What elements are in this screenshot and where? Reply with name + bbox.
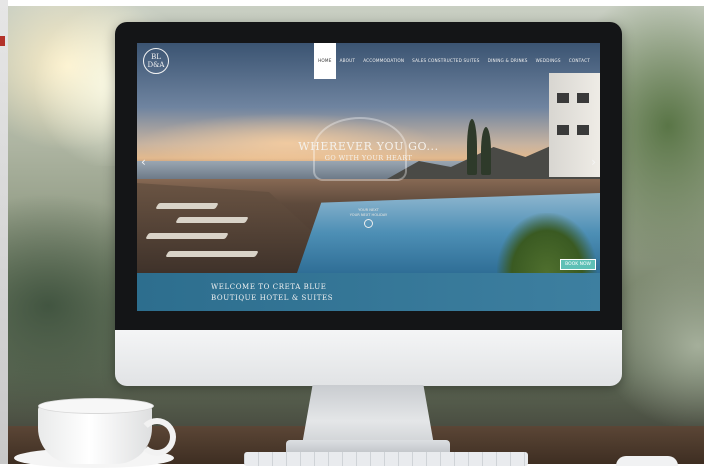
book-now-button[interactable]: BOOK NOW bbox=[560, 259, 596, 270]
coffee-cup-handle bbox=[138, 418, 176, 456]
welcome-banner: WELCOME TO CRETA BLUE BOUTIQUE HOTEL & S… bbox=[137, 273, 600, 311]
slider-next-arrow-icon[interactable]: › bbox=[591, 155, 596, 169]
slider-prev-arrow-icon[interactable]: ‹ bbox=[141, 155, 146, 169]
hero-caption-line2: YOUR NEXT HOLIDAY bbox=[349, 213, 388, 217]
welcome-title-line1: WELCOME TO CRETA BLUE bbox=[211, 283, 327, 291]
hero-headline: WHEREVER YOU GO... bbox=[298, 140, 439, 153]
logo-text-bottom: D&A bbox=[147, 61, 165, 69]
nav-accommodation[interactable]: ACCOMMODATION bbox=[359, 43, 408, 79]
nav-weddings[interactable]: WEDDINGS bbox=[532, 43, 565, 79]
red-marker bbox=[0, 36, 5, 46]
hotel-website: BL D&A HOME ABOUT ACCOMMODATION SALES CO… bbox=[137, 43, 600, 311]
logo-text-top: BL bbox=[151, 53, 161, 61]
sun-lounger bbox=[145, 233, 229, 239]
nav-about[interactable]: ABOUT bbox=[336, 43, 360, 79]
welcome-title-line2: BOUTIQUE HOTEL & SUITES bbox=[211, 294, 334, 302]
nav-suites[interactable]: SALES CONSTRUCTED SUITES bbox=[408, 43, 483, 79]
nav-contact[interactable]: CONTACT bbox=[565, 43, 594, 79]
sun-lounger bbox=[165, 251, 259, 257]
window bbox=[557, 93, 569, 103]
nav-home[interactable]: HOME bbox=[314, 43, 336, 79]
window bbox=[577, 125, 589, 135]
left-edge-strip bbox=[0, 0, 8, 464]
window bbox=[557, 125, 569, 135]
main-navigation: HOME ABOUT ACCOMMODATION SALES CONSTRUCT… bbox=[314, 43, 594, 79]
hotel-logo[interactable]: BL D&A bbox=[143, 48, 169, 74]
location-pin-icon bbox=[364, 219, 373, 228]
sun-lounger bbox=[175, 217, 249, 223]
hero-subline: GO WITH YOUR HEART bbox=[324, 154, 413, 162]
sun-lounger bbox=[155, 203, 219, 209]
nav-dining[interactable]: DINING & DRINKS bbox=[484, 43, 532, 79]
monitor-stand bbox=[302, 385, 434, 445]
monitor-chin bbox=[115, 330, 622, 386]
mouse bbox=[616, 456, 678, 466]
coffee-cup-rim bbox=[38, 398, 154, 414]
window bbox=[577, 93, 589, 103]
hero-caption: YOUR NEXT YOUR NEXT HOLIDAY bbox=[297, 208, 440, 218]
